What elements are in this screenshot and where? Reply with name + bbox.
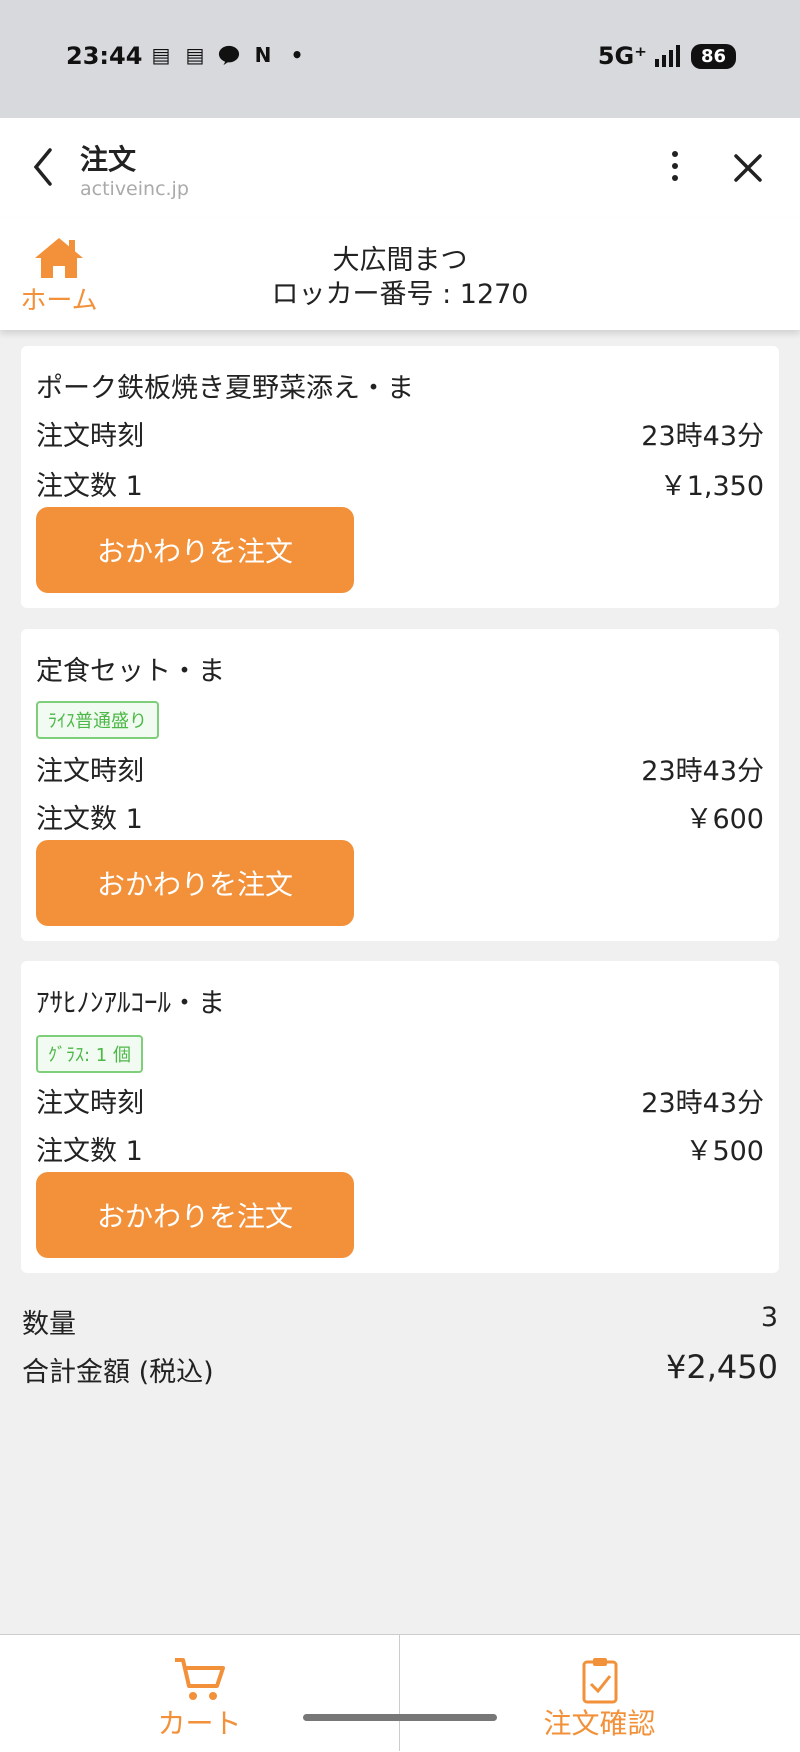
reorder-button[interactable]: おかわりを注文	[36, 840, 354, 926]
order-time-value: 23時43分	[641, 756, 764, 787]
battery-indicator: 86	[690, 43, 736, 69]
locker-number: ロッカー番号 : 1270	[271, 279, 529, 310]
news-icon: ▤	[185, 43, 205, 67]
order-price: ￥600	[685, 804, 764, 835]
order-card: ポーク鉄板焼き夏野菜添え・ま 注文時刻 23時43分 注文数 1 ￥1,350 …	[21, 346, 779, 608]
item-name: ｱｻﾋﾉﾝｱﾙｺｰﾙ・ま	[36, 988, 225, 1019]
reorder-button[interactable]: おかわりを注文	[36, 507, 354, 593]
news-icon: ▤	[151, 43, 171, 67]
network-indicator: 5G⁺	[597, 42, 647, 70]
option-tag: ｸﾞﾗｽ: 1 個	[36, 1035, 143, 1073]
home-indicator[interactable]	[303, 1714, 497, 1721]
more-vertical-icon	[672, 151, 678, 181]
clipboard-check-icon	[582, 1658, 617, 1704]
close-button[interactable]	[728, 148, 768, 188]
reorder-button[interactable]: おかわりを注文	[36, 1172, 354, 1258]
order-qty: 注文数 1	[36, 1136, 143, 1167]
total-label: 合計金額 (税込)	[22, 1357, 214, 1388]
browser-title: 注文	[80, 143, 137, 176]
status-bar: 23:44 ▤ ▤ N • 5G⁺ 86	[0, 0, 800, 118]
back-button[interactable]	[26, 142, 62, 192]
status-time: 23:44	[66, 42, 143, 70]
dot-icon: •	[290, 43, 304, 67]
signal-icon	[654, 45, 680, 67]
order-time-label: 注文時刻	[36, 1088, 144, 1119]
cart-label: カート	[157, 1707, 242, 1740]
order-qty: 注文数 1	[36, 804, 143, 835]
order-card: 定食セット・ま ﾗｲｽ普通盛り 注文時刻 23時43分 注文数 1 ￥600 お…	[21, 629, 779, 941]
browser-url: activeinc.jp	[80, 178, 189, 200]
item-name: 定食セット・ま	[36, 656, 225, 687]
order-time-value: 23時43分	[641, 421, 764, 452]
more-menu-button[interactable]	[660, 146, 690, 186]
line-icon	[218, 44, 240, 66]
order-price: ￥1,350	[659, 471, 764, 502]
chevron-left-icon	[33, 148, 52, 186]
total-value: ¥2,450	[666, 1348, 778, 1386]
order-qty: 注文数 1	[36, 471, 143, 502]
order-confirm-tab[interactable]: 注文確認	[400, 1634, 799, 1751]
status-right: 5G⁺ 86	[598, 42, 736, 70]
close-icon	[734, 154, 762, 182]
order-price: ￥500	[685, 1136, 764, 1167]
notification-icons: ▤ ▤ N •	[150, 43, 308, 67]
option-tag: ﾗｲｽ普通盛り	[36, 701, 159, 739]
cart-tab[interactable]: カート	[0, 1634, 399, 1751]
order-confirm-label: 注文確認	[543, 1707, 656, 1740]
cart-icon	[174, 1658, 225, 1700]
quantity-label: 数量	[22, 1309, 76, 1340]
order-time-value: 23時43分	[641, 1088, 764, 1119]
order-time-label: 注文時刻	[36, 421, 144, 452]
item-name: ポーク鉄板焼き夏野菜添え・ま	[36, 373, 414, 404]
netflix-icon: N	[254, 43, 272, 67]
order-time-label: 注文時刻	[36, 756, 144, 787]
quantity-value: 3	[760, 1302, 778, 1333]
order-card: ｱｻﾋﾉﾝｱﾙｺｰﾙ・ま ｸﾞﾗｽ: 1 個 注文時刻 23時43分 注文数 1…	[21, 961, 779, 1273]
